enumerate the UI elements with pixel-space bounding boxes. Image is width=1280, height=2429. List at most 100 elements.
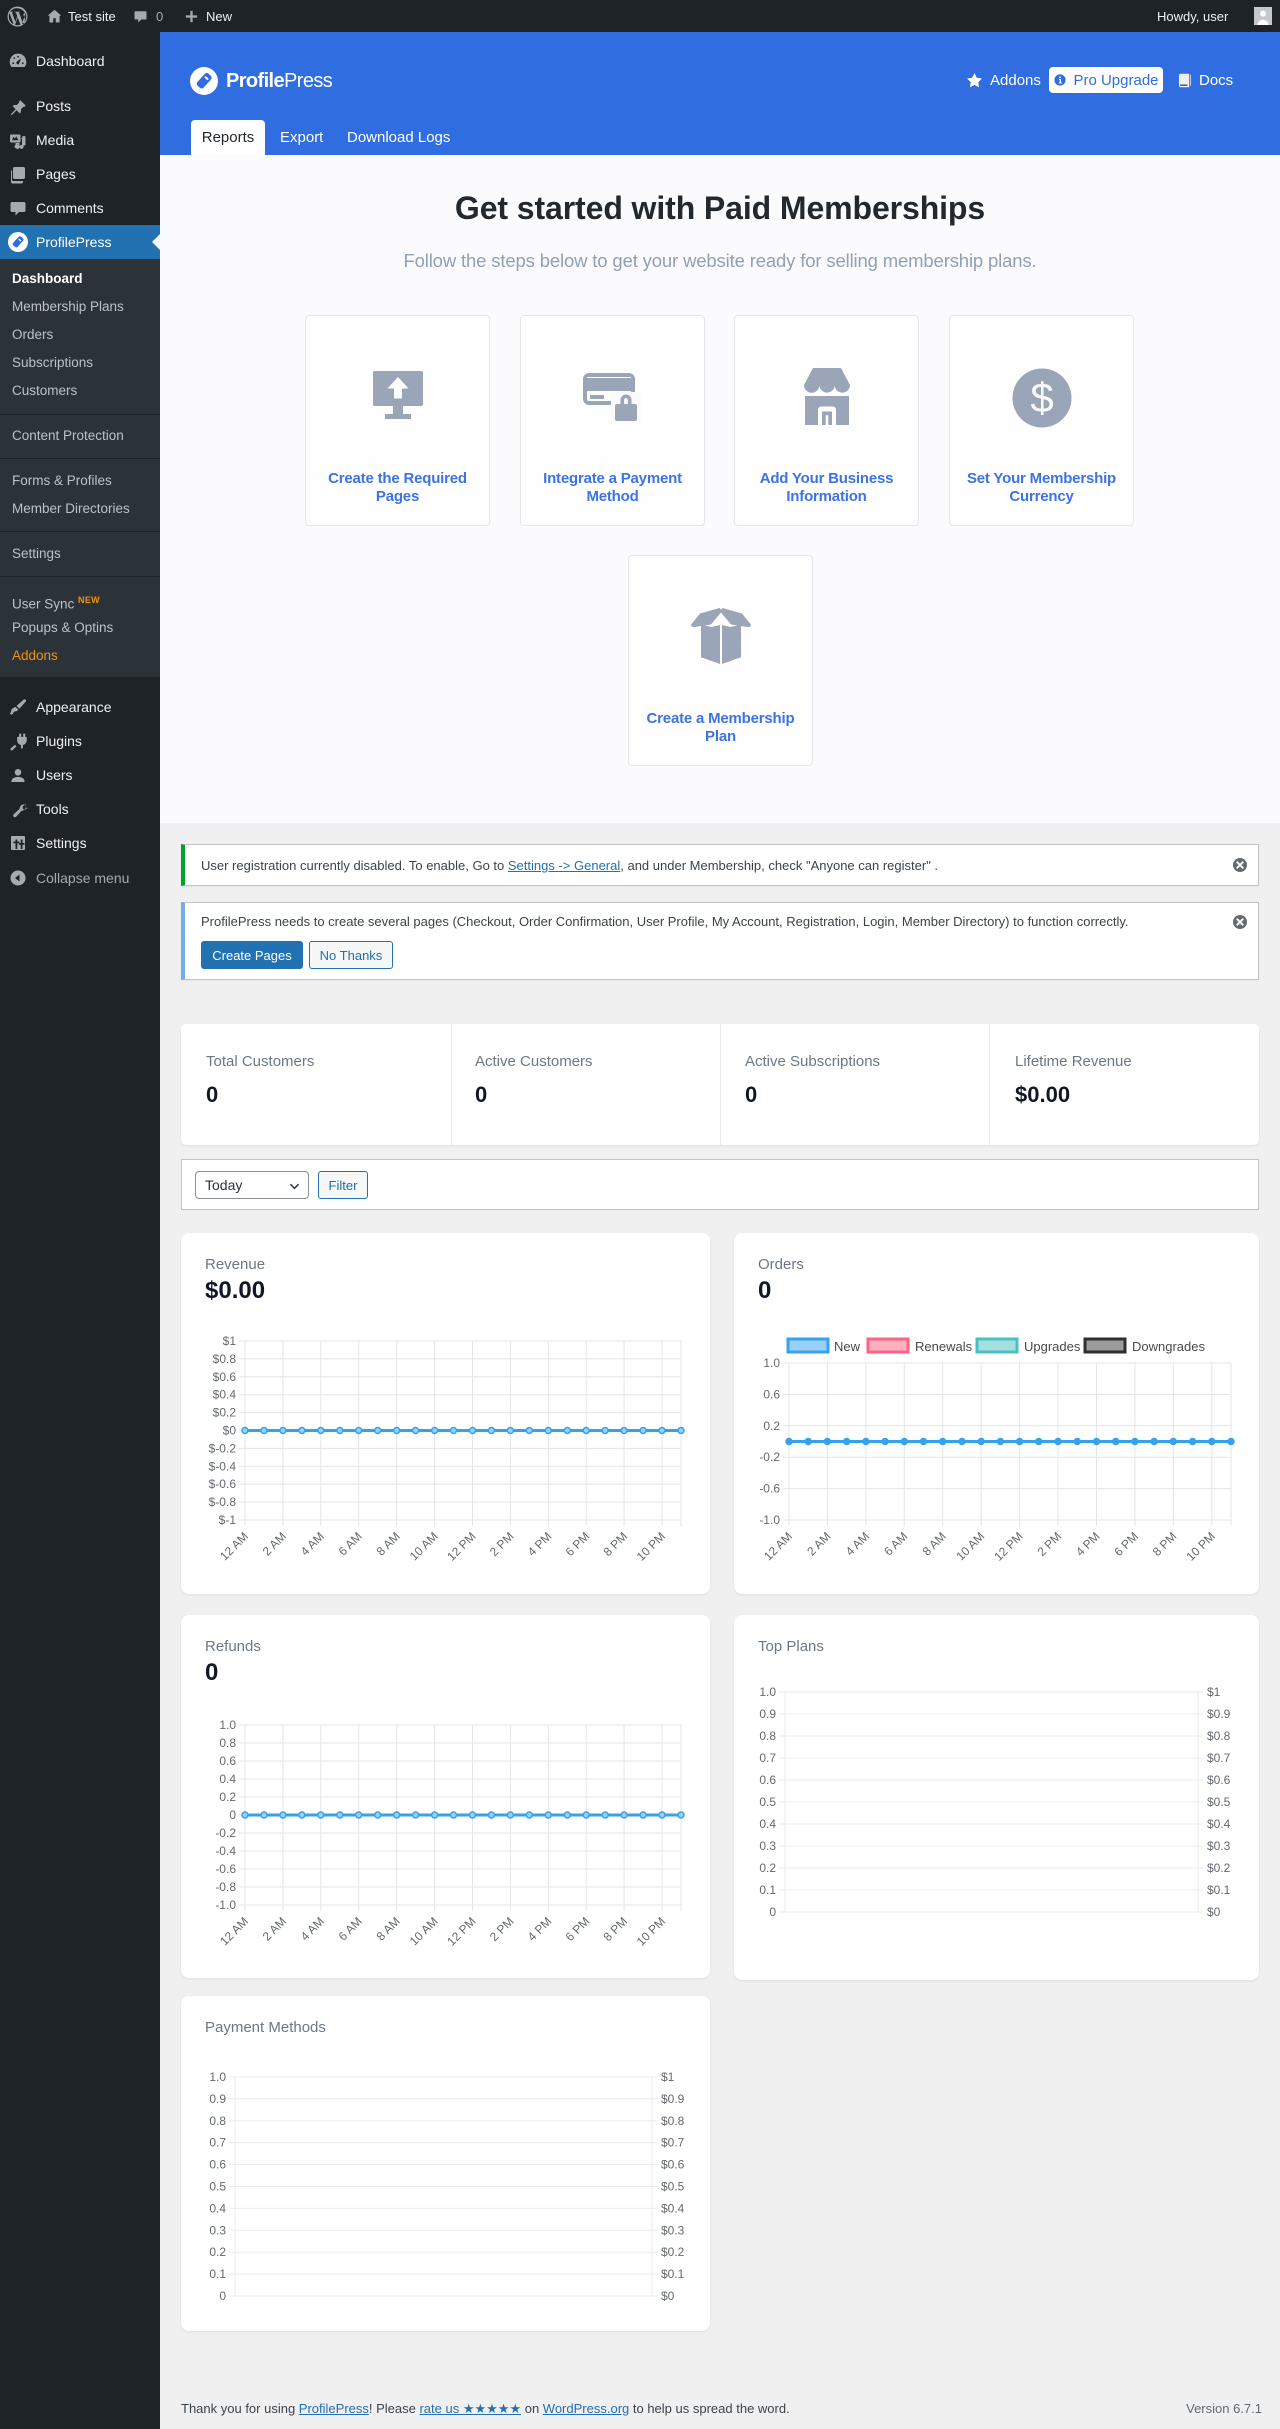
svg-text:0.3: 0.3 <box>759 1839 776 1853</box>
svg-text:-0.2: -0.2 <box>215 1826 236 1840</box>
svg-text:$0.2: $0.2 <box>213 1406 237 1420</box>
svg-text:$0.8: $0.8 <box>661 2114 685 2128</box>
svg-text:8 PM: 8 PM <box>1150 1529 1180 1559</box>
svg-text:0.6: 0.6 <box>759 1773 776 1787</box>
svg-text:0.8: 0.8 <box>209 2114 226 2128</box>
svg-text:1.0: 1.0 <box>763 1356 780 1370</box>
svg-text:0.4: 0.4 <box>209 2201 226 2215</box>
svg-text:0.7: 0.7 <box>209 2136 226 2150</box>
svg-text:8 AM: 8 AM <box>374 1529 403 1558</box>
svg-text:0: 0 <box>769 1905 776 1919</box>
svg-text:10 AM: 10 AM <box>407 1529 441 1563</box>
svg-text:0.4: 0.4 <box>759 1817 776 1831</box>
svg-text:$-0.8: $-0.8 <box>209 1495 237 1509</box>
svg-text:$0.6: $0.6 <box>661 2158 685 2172</box>
svg-text:0.8: 0.8 <box>219 1736 236 1750</box>
svg-text:0.4: 0.4 <box>219 1772 236 1786</box>
svg-text:2 PM: 2 PM <box>487 1914 517 1944</box>
svg-text:0: 0 <box>219 2289 226 2303</box>
svg-text:2 AM: 2 AM <box>804 1529 833 1558</box>
svg-text:$0.8: $0.8 <box>213 1352 237 1366</box>
svg-text:$1: $1 <box>661 2070 675 2084</box>
svg-text:8 AM: 8 AM <box>920 1529 949 1558</box>
svg-text:$0.3: $0.3 <box>661 2223 685 2237</box>
svg-text:8 AM: 8 AM <box>374 1914 403 1943</box>
svg-text:4 AM: 4 AM <box>298 1529 327 1558</box>
svg-text:$-0.2: $-0.2 <box>209 1441 237 1455</box>
svg-text:0: 0 <box>229 1808 236 1822</box>
svg-text:6 AM: 6 AM <box>336 1529 365 1558</box>
svg-text:$0: $0 <box>661 2289 675 2303</box>
svg-text:$0.2: $0.2 <box>661 2245 685 2259</box>
svg-text:0.2: 0.2 <box>209 2245 226 2259</box>
svg-text:12 AM: 12 AM <box>217 1914 251 1948</box>
svg-text:4 AM: 4 AM <box>843 1529 872 1558</box>
svg-text:$-1: $-1 <box>219 1513 237 1527</box>
svg-text:-1.0: -1.0 <box>759 1513 780 1527</box>
svg-text:-0.2: -0.2 <box>759 1450 780 1464</box>
svg-text:6 PM: 6 PM <box>563 1529 593 1559</box>
svg-text:6 AM: 6 AM <box>881 1529 910 1558</box>
svg-text:2 AM: 2 AM <box>260 1914 289 1943</box>
svg-text:$0: $0 <box>1207 1905 1221 1919</box>
svg-text:12 AM: 12 AM <box>761 1529 795 1563</box>
svg-text:0.6: 0.6 <box>219 1754 236 1768</box>
svg-text:0.5: 0.5 <box>209 2180 226 2194</box>
svg-text:$1: $1 <box>1207 1685 1221 1699</box>
svg-text:$0.7: $0.7 <box>661 2136 685 2150</box>
svg-text:$0: $0 <box>223 1424 237 1438</box>
svg-text:-0.8: -0.8 <box>215 1880 236 1894</box>
svg-text:0.6: 0.6 <box>763 1387 780 1401</box>
svg-text:0.1: 0.1 <box>759 1883 776 1897</box>
svg-text:10 PM: 10 PM <box>634 1529 668 1563</box>
svg-text:4 PM: 4 PM <box>1073 1529 1103 1559</box>
svg-text:12 AM: 12 AM <box>217 1529 251 1563</box>
svg-text:12 PM: 12 PM <box>444 1914 478 1948</box>
svg-text:0.2: 0.2 <box>219 1790 236 1804</box>
svg-text:$0.2: $0.2 <box>1207 1861 1231 1875</box>
svg-text:2 PM: 2 PM <box>487 1529 517 1559</box>
svg-text:4 PM: 4 PM <box>525 1914 555 1944</box>
svg-text:-1.0: -1.0 <box>215 1898 236 1912</box>
svg-text:$0.6: $0.6 <box>213 1370 237 1384</box>
svg-text:0.1: 0.1 <box>209 2267 226 2281</box>
svg-text:0.7: 0.7 <box>759 1751 776 1765</box>
svg-text:0.2: 0.2 <box>763 1419 780 1433</box>
svg-text:0.9: 0.9 <box>209 2092 226 2106</box>
svg-text:4 AM: 4 AM <box>298 1914 327 1943</box>
svg-text:$0.1: $0.1 <box>1207 1883 1231 1897</box>
svg-text:$0.7: $0.7 <box>1207 1751 1231 1765</box>
svg-text:$: $ <box>1030 374 1053 421</box>
svg-text:$0.4: $0.4 <box>213 1388 237 1402</box>
svg-text:$-0.4: $-0.4 <box>209 1459 237 1473</box>
svg-text:0.9: 0.9 <box>759 1707 776 1721</box>
svg-text:$0.8: $0.8 <box>1207 1729 1231 1743</box>
svg-text:1.0: 1.0 <box>219 1718 236 1732</box>
svg-text:8 PM: 8 PM <box>601 1914 631 1944</box>
svg-text:-0.4: -0.4 <box>215 1844 236 1858</box>
svg-text:10 AM: 10 AM <box>407 1914 441 1948</box>
svg-text:0.8: 0.8 <box>759 1729 776 1743</box>
svg-text:-0.6: -0.6 <box>215 1862 236 1876</box>
svg-text:10 PM: 10 PM <box>634 1914 668 1948</box>
svg-text:4 PM: 4 PM <box>525 1529 555 1559</box>
svg-text:10 AM: 10 AM <box>953 1529 987 1563</box>
svg-text:$0.9: $0.9 <box>1207 1707 1231 1721</box>
svg-text:$0.5: $0.5 <box>661 2180 685 2194</box>
svg-text:-0.6: -0.6 <box>759 1482 780 1496</box>
svg-text:$0.5: $0.5 <box>1207 1795 1231 1809</box>
svg-text:2 AM: 2 AM <box>260 1529 289 1558</box>
svg-text:6 AM: 6 AM <box>336 1914 365 1943</box>
svg-text:$0.6: $0.6 <box>1207 1773 1231 1787</box>
svg-text:0.2: 0.2 <box>759 1861 776 1875</box>
svg-text:12 PM: 12 PM <box>991 1529 1025 1563</box>
svg-text:$0.4: $0.4 <box>661 2201 685 2215</box>
svg-text:6 PM: 6 PM <box>563 1914 593 1944</box>
svg-text:6 PM: 6 PM <box>1111 1529 1141 1559</box>
svg-text:0.5: 0.5 <box>759 1795 776 1809</box>
svg-text:$1: $1 <box>223 1334 237 1348</box>
svg-text:2 PM: 2 PM <box>1034 1529 1064 1559</box>
svg-text:$0.3: $0.3 <box>1207 1839 1231 1853</box>
svg-text:8 PM: 8 PM <box>601 1529 631 1559</box>
svg-text:$-0.6: $-0.6 <box>209 1477 237 1491</box>
